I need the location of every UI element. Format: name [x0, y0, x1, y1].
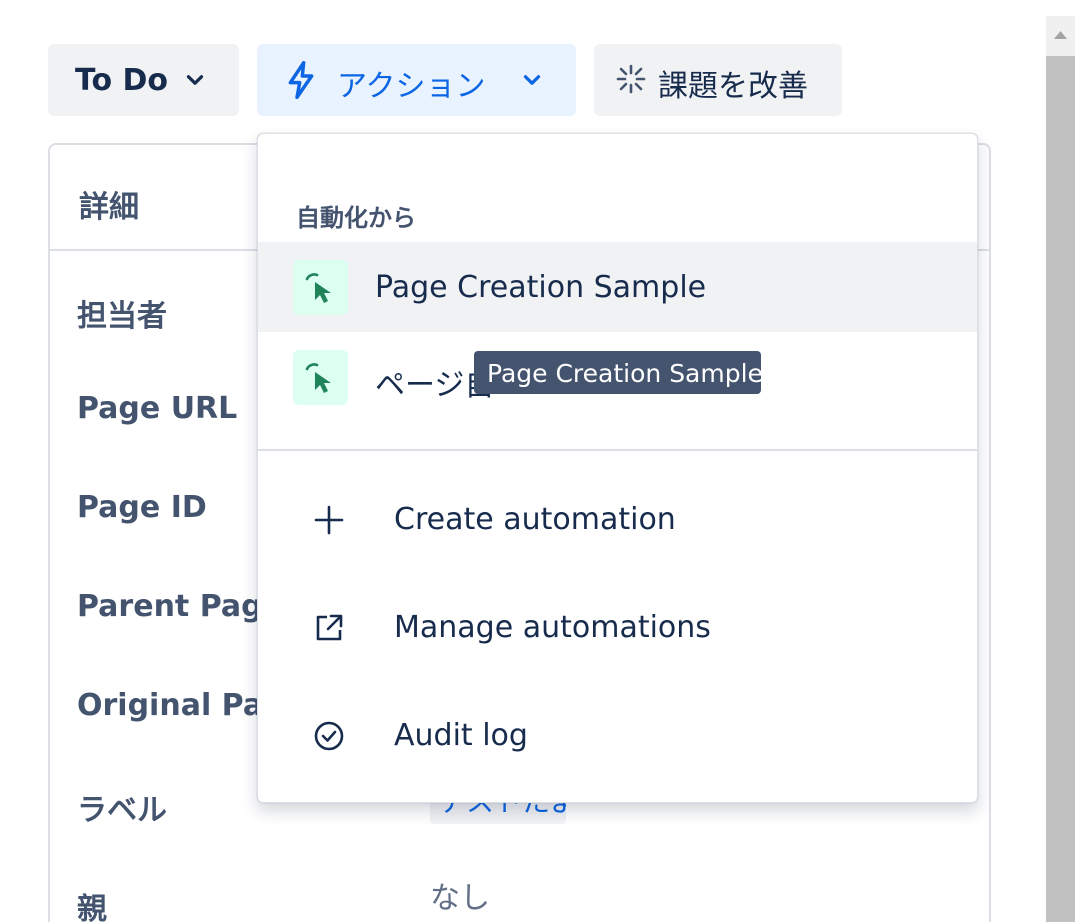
manage-automations-item[interactable]: Manage automations [258, 588, 977, 668]
audit-log-label: Audit log [394, 718, 528, 753]
vertical-scrollbar[interactable] [1046, 16, 1075, 922]
scroll-up-button[interactable] [1046, 16, 1075, 54]
plus-icon [313, 504, 345, 540]
automation-rule-item[interactable]: Page Creation Sample [258, 242, 977, 332]
create-automation-item[interactable]: Create automation [258, 480, 977, 560]
improve-label: 課題を改善 [658, 69, 808, 104]
field-label-labels: ラベル [77, 793, 167, 828]
check-circle-icon [313, 720, 345, 756]
status-label: To Do [75, 62, 169, 98]
action-label: アクション [337, 69, 486, 104]
field-label-assignee: 担当者 [77, 299, 167, 334]
menu-section-title: 自動化から [296, 204, 416, 232]
tooltip: Page Creation Sample [474, 351, 763, 394]
menu-divider [258, 449, 977, 451]
cursor-click-icon [293, 350, 348, 405]
action-menu: 自動化から Page Creation Sample ページ自 Create a… [257, 133, 978, 803]
external-link-icon [313, 612, 345, 648]
status-dropdown-button[interactable]: To Do [48, 44, 239, 116]
audit-log-item[interactable]: Audit log [258, 696, 977, 776]
manage-automations-label: Manage automations [394, 610, 711, 645]
field-label-page-id: Page ID [77, 490, 207, 525]
field-label-parent: 親 [77, 892, 107, 922]
chevron-down-icon [519, 66, 545, 101]
improve-issue-button[interactable]: 課題を改善 [594, 44, 842, 116]
details-title: 詳細 [79, 190, 139, 225]
sparkle-icon [616, 64, 646, 102]
create-automation-label: Create automation [394, 502, 676, 537]
cursor-click-icon [293, 260, 348, 315]
lightning-bolt-icon [285, 60, 317, 107]
chevron-down-icon [182, 66, 208, 101]
field-label-page-url: Page URL [77, 391, 238, 426]
action-dropdown-button[interactable]: アクション [257, 44, 576, 116]
scrollbar-thumb[interactable] [1046, 56, 1075, 922]
automation-rule-label: Page Creation Sample [375, 270, 707, 305]
field-value-parent[interactable]: なし [430, 873, 490, 917]
